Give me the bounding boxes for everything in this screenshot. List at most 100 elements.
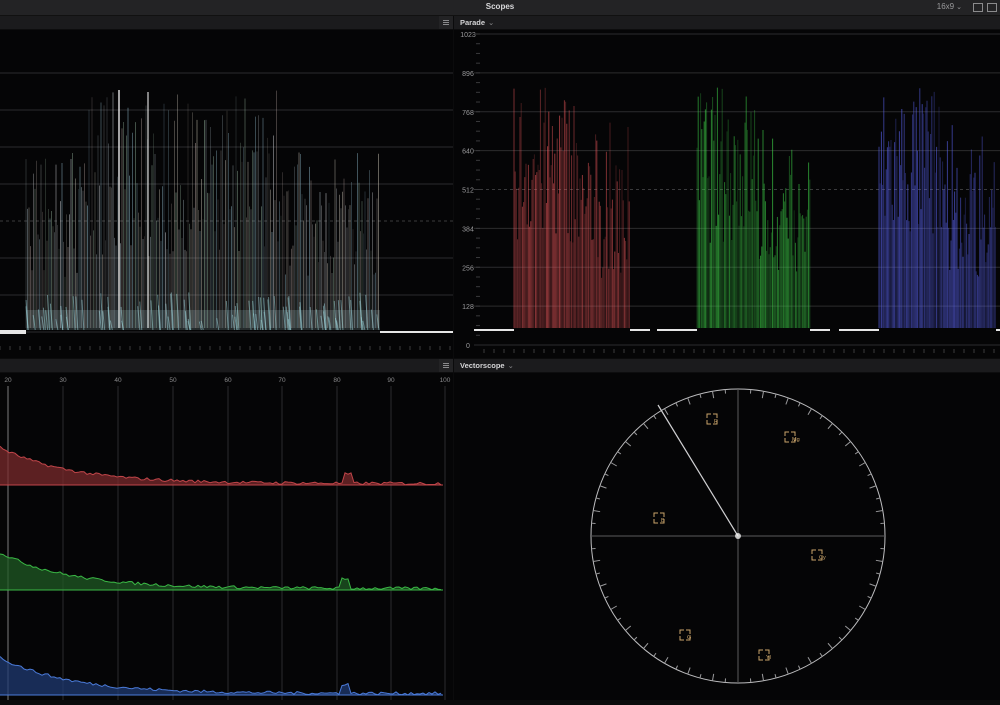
histogram-display: 20 30 40 50 60 70 80 90 100 [0,373,453,700]
vectorscope-tick [676,666,678,670]
vectorscope-tick [775,394,776,398]
vectorscope-tick [828,423,832,428]
vectorscope-tick [676,403,678,407]
waveform-display [0,30,453,358]
parade-scale-label: 0 [466,343,470,350]
vectorscope-tick [634,432,637,435]
histogram-scale-label: 80 [333,377,341,384]
vectorscope-tick [808,657,812,663]
vectorscope-tick [876,498,880,499]
window-restore-icon[interactable] [973,3,983,12]
histogram-scale-label: 60 [224,377,232,384]
vectorscope-tick [839,432,842,435]
histogram-scale-label: 70 [278,377,286,384]
vectorscope-target-b: B [654,513,665,524]
vectorscope-tick [876,573,880,574]
vectorscope-tick [845,626,850,630]
vectorscope-tick [855,618,858,620]
parade-scale-label: 896 [462,71,474,78]
vectorscope-tick [700,394,701,398]
red-histogram-fill [0,446,443,485]
vectorscope-tick [828,643,832,648]
histogram-scale-label: 90 [387,377,395,384]
vectorscope-target-label: Cy [819,555,826,561]
vectorscope-tick [665,409,669,415]
vectorscope-dropdown[interactable]: Vectorscope⌄ [460,361,514,370]
vectorscope-tick [634,637,637,640]
vectorscope-tick [712,674,713,681]
parade-scale-label: 256 [462,265,474,272]
parade-display: 10238967686405123842561280 [454,30,1000,358]
vectorscope-scope: R Mg B Cy G Yl [454,373,1000,700]
parade-label: Parade [460,18,485,27]
vectorscope-tick [775,674,776,678]
histogram-scale-label: 40 [114,377,122,384]
parade-scale-label: 384 [462,226,474,233]
vectorscope-tick [611,463,617,467]
aspect-ratio-dropdown[interactable]: 16x9⌄ [937,2,962,11]
vectorscope-tick [596,573,600,574]
vectorscope-tick [611,606,617,610]
vectorscope-tick [839,637,842,640]
vectorscope-target-label: G [687,635,691,641]
vectorscope-tick [654,416,656,419]
parade-scope-dropdown[interactable]: Parade⌄ [460,18,494,27]
histogram-scope: 20 30 40 50 60 70 80 90 100 [0,373,453,700]
vectorscope-tick [859,463,865,467]
waveform-panel-bar [0,16,453,30]
chevron-down-icon: ⌄ [956,4,962,11]
vectorscope-tick [855,452,858,454]
parade-scale-label: 128 [462,304,474,311]
parade-scale-label: 1023 [460,32,476,39]
vectorscope-tick [808,409,812,415]
vectorscope-tick [870,584,877,586]
window-close-icon[interactable] [987,3,997,12]
blue-histogram-fill [0,657,443,696]
vectorscope-tick [618,452,621,454]
parade-scope: 10238967686405123842561280 [454,30,1000,358]
vectorscope-panel-bar: Vectorscope⌄ [454,359,1000,373]
histogram-scale-label: 30 [59,377,67,384]
menu-icon[interactable] [439,16,453,29]
vectorscope-tick [665,657,669,663]
vectorscope-tick [605,474,609,476]
vectorscope-tick [600,486,607,488]
aspect-ratio-value: 16x9 [937,2,954,11]
vectorscope-label: Vectorscope [460,361,505,370]
vectorscope-tick [605,596,609,598]
histogram-panel-bar [0,359,453,373]
vectorscope-display: R Mg B Cy G Yl [454,373,1000,700]
vectorscope-tick [644,423,648,428]
vectorscope-tick [798,403,800,407]
vectorscope-tick [625,626,630,630]
waveform-scope [0,30,453,358]
vectorscope-tick [786,668,788,675]
vectorscope-tick [876,560,883,561]
histogram-scale-label: 20 [4,377,12,384]
vectorscope-target-label: R [714,419,718,425]
vectorscope-tick [868,596,872,598]
vectorscope-tick [593,510,600,511]
vectorscope-tick [820,653,822,656]
histogram-scale-label: 100 [440,377,451,384]
vectorscope-signal [735,533,741,539]
vectorscope-tick [688,398,690,405]
vectorscope-tick [618,618,621,620]
vectorscope-tick [625,442,630,446]
parade-scale-label: 768 [462,110,474,117]
vectorscope-target-mg: Mg [785,432,800,443]
menu-icon[interactable] [439,359,453,372]
parade-panel-bar: Parade⌄ [454,16,1000,30]
vectorscope-target-g: G [680,630,691,641]
vectorscope-tick [845,442,850,446]
vectorscope-tick [820,416,822,419]
vectorscope-target-yl: Yl [759,650,771,661]
vectorscope-tick [859,606,865,610]
vectorscope-tick [762,391,763,398]
vectorscope-tick [870,486,877,488]
histogram-scale-label: 50 [169,377,177,384]
parade-scale-label: 512 [462,188,474,195]
vectorscope-tick [600,584,607,586]
chevron-down-icon: ⌄ [488,18,494,27]
vectorscope-tick [762,674,763,681]
